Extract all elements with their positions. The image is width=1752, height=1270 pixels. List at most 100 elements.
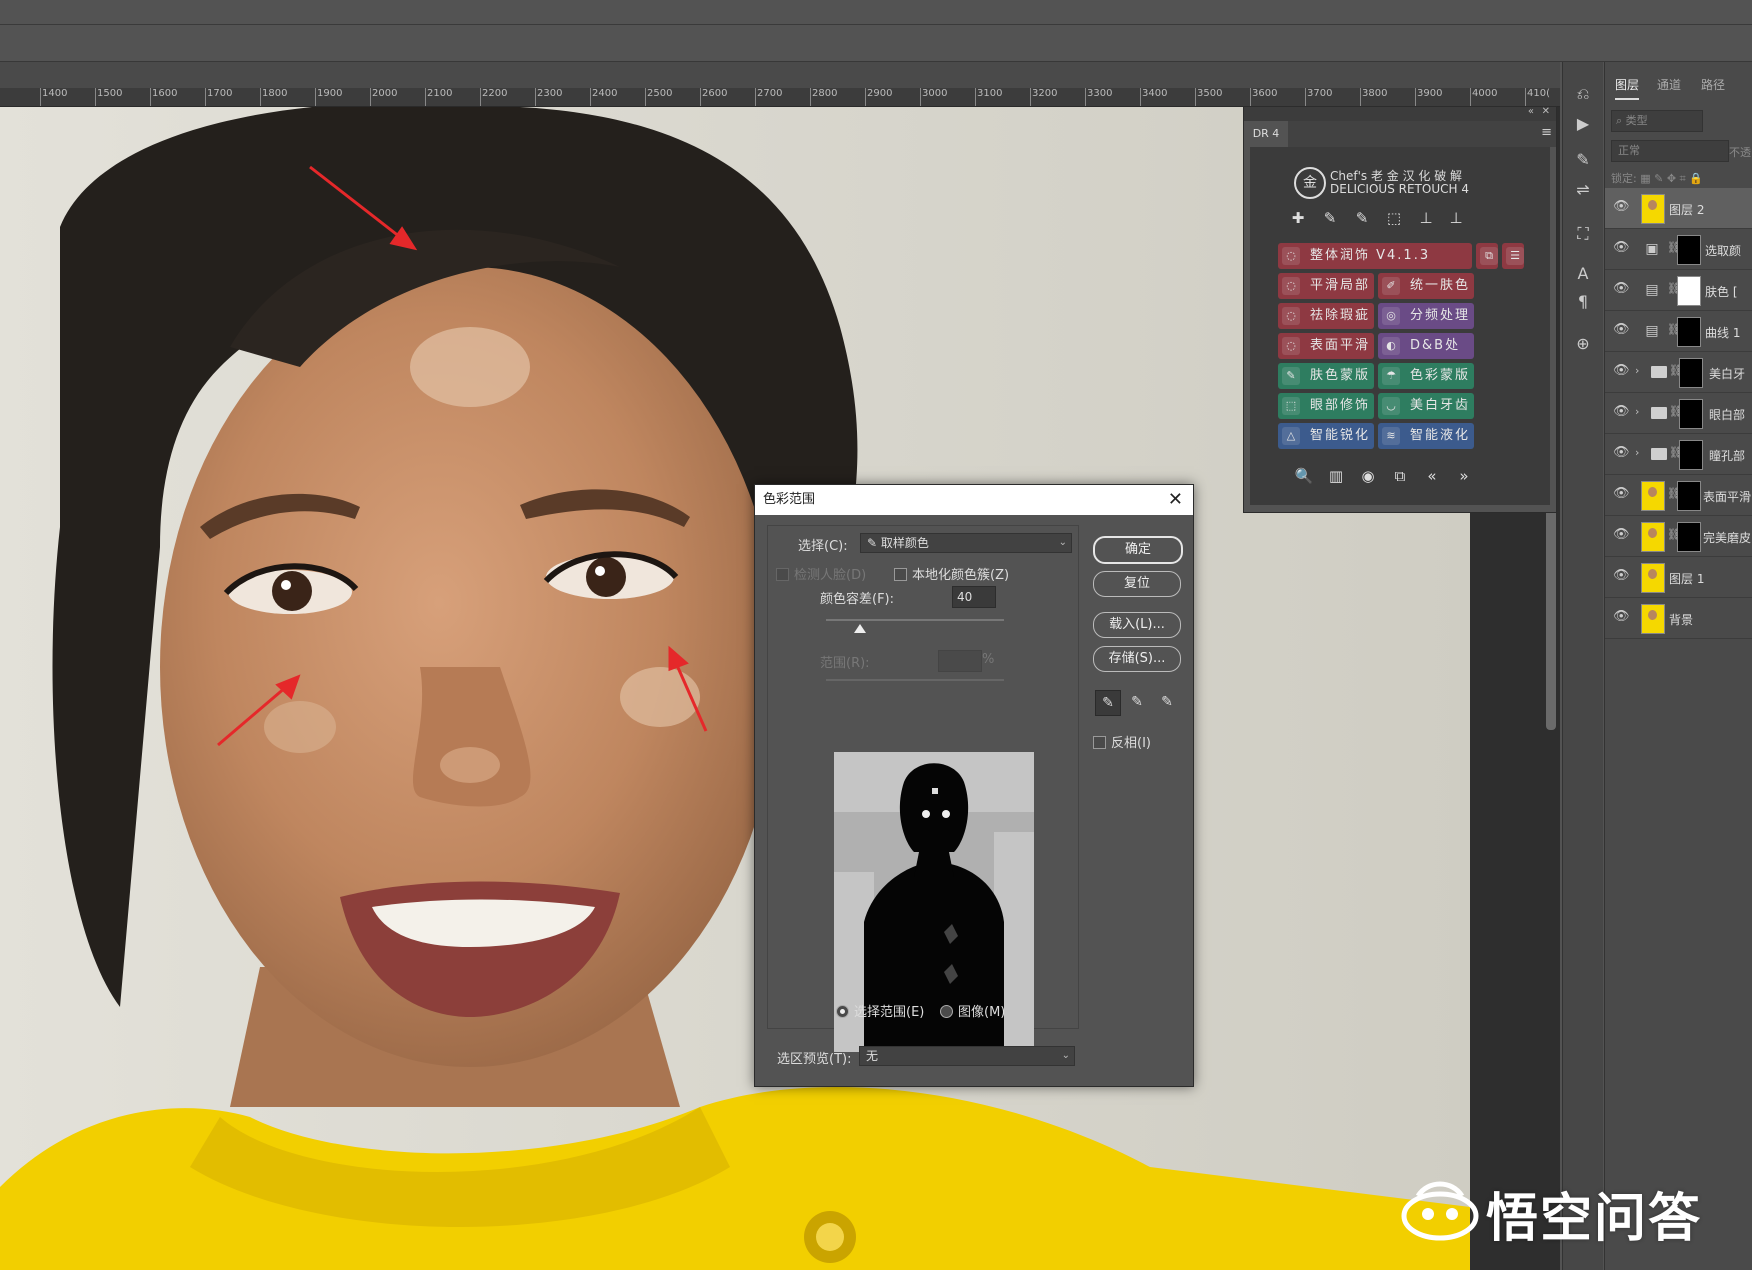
add-to-sample-eyedropper-icon[interactable]: ✎ (1125, 690, 1149, 714)
layer-mask-thumbnail[interactable] (1679, 440, 1703, 470)
visibility-eye-icon[interactable]: 👁 (1613, 364, 1630, 378)
save-button[interactable]: 存储(S)... (1093, 646, 1181, 672)
layer-filter-select[interactable]: ⌕ 类型 (1611, 110, 1703, 132)
navigator-icon[interactable]: ⊕ (1571, 332, 1595, 356)
dr4-button[interactable]: △ 智能锐化 (1278, 423, 1374, 449)
dr4-button[interactable]: ◌ 整体润饰 V4.1.3 (1278, 243, 1472, 269)
prev-icon[interactable]: « (1422, 467, 1442, 485)
ok-button[interactable]: 确定 (1093, 536, 1183, 564)
layer-row[interactable]: 👁 ⛓ 完美磨皮 (1605, 516, 1752, 557)
dr4-button[interactable]: ◌ 平滑局部 (1278, 273, 1374, 299)
dr4-button[interactable]: ≋ 智能液化 (1378, 423, 1474, 449)
dr4-button[interactable]: ☂ 色彩蒙版 (1378, 363, 1474, 389)
bandage-icon[interactable]: ✎ (1320, 209, 1340, 227)
layer-row[interactable]: 👁 › ⛓ 眼白部 (1605, 393, 1752, 434)
marquee-icon[interactable]: ⬚ (1384, 209, 1404, 227)
fuzziness-input[interactable]: 40 (952, 586, 996, 608)
visibility-eye-icon[interactable]: 👁 (1613, 241, 1630, 255)
tab-layers[interactable]: 图层 (1615, 76, 1640, 100)
dr4-button[interactable]: ◐D&B处理 (1378, 333, 1474, 379)
visibility-eye-icon[interactable]: 👁 (1613, 446, 1630, 460)
layer-row[interactable]: 👁 图层 1 (1605, 557, 1752, 598)
history-icon[interactable]: ⎌ (1571, 82, 1595, 106)
selection-radio[interactable] (836, 1005, 849, 1018)
zoom-icon[interactable]: 🔍 (1294, 467, 1314, 485)
subtract-from-sample-eyedropper-icon[interactable]: ✎ (1155, 690, 1179, 714)
layer-mask-thumbnail[interactable] (1677, 276, 1701, 306)
selection-preview-select[interactable]: 无 ⌄ (859, 1046, 1075, 1066)
layer-row[interactable]: 👁 背景 (1605, 598, 1752, 639)
visibility-eye-icon[interactable]: 👁 (1613, 569, 1630, 583)
dr4-copy-button[interactable]: ⧉ (1476, 243, 1498, 269)
character-icon[interactable]: A (1571, 262, 1595, 286)
close-icon[interactable]: ✕ (1542, 106, 1550, 117)
visibility-eye-icon[interactable]: 👁 (1613, 282, 1630, 296)
layer-mask-thumbnail[interactable] (1679, 358, 1703, 388)
merge-icon[interactable]: ⧉ (1390, 467, 1410, 485)
brush-settings-icon[interactable]: ✎ (1571, 148, 1595, 172)
dr4-button[interactable]: ⬚ 眼部修饰 (1278, 393, 1374, 419)
layer-row[interactable]: 👁 ▤ ⛓ 曲线 1 (1605, 311, 1752, 352)
layer-mask-thumbnail[interactable] (1679, 399, 1703, 429)
close-icon[interactable]: ✕ (1168, 485, 1183, 515)
range-input[interactable] (938, 650, 982, 672)
layer-mask-thumbnail[interactable] (1677, 522, 1701, 552)
load-button[interactable]: 载入(L)... (1093, 612, 1181, 638)
dr4-button[interactable]: ✐ 统一肤色 (1378, 273, 1474, 299)
layer-row[interactable]: 👁 ⛓ 表面平滑 (1605, 475, 1752, 516)
visibility-eye-icon[interactable]: 👁 (1613, 323, 1630, 337)
heal-tool-icon[interactable]: ✚ (1288, 209, 1308, 227)
layer-mask-thumbnail[interactable] (1677, 317, 1701, 347)
stamp-icon[interactable]: ⊥ (1416, 209, 1436, 227)
stamp-alt-icon[interactable]: ⊥ (1446, 209, 1466, 227)
fuzziness-slider-thumb[interactable] (854, 624, 866, 633)
visibility-eye-icon[interactable]: 👁 (1613, 405, 1630, 419)
tab-dr4[interactable]: DR 4 (1244, 121, 1289, 147)
layer-mask-thumbnail[interactable] (1677, 235, 1701, 265)
layer-row[interactable]: 👁 › ⛓ 瞳孔部 (1605, 434, 1752, 475)
visibility-eye-icon[interactable]: 👁 (1613, 487, 1630, 501)
vertical-scrollbar[interactable] (1546, 500, 1556, 730)
layer-row[interactable]: 👁 ▤ ⛓ 肤色 [ (1605, 270, 1752, 311)
layer-mask-thumbnail[interactable] (1677, 481, 1701, 511)
dr4-settings-button[interactable]: ☰ (1502, 243, 1524, 269)
actions-play-icon[interactable]: ▶ (1571, 112, 1595, 136)
invert-checkbox[interactable] (1093, 736, 1106, 749)
fuzziness-slider-track[interactable] (826, 619, 1004, 621)
layer-row[interactable]: 👁 图层 2 (1605, 188, 1752, 229)
select-dropdown[interactable]: ✎ 取样颜色 ⌄ (860, 533, 1072, 553)
dr4-button[interactable]: ◡ 美白牙齿 (1378, 393, 1474, 419)
chevron-right-icon[interactable]: › (1635, 405, 1639, 418)
reset-button[interactable]: 复位 (1093, 571, 1181, 597)
next-icon[interactable]: » (1454, 467, 1474, 485)
panel-menu-icon[interactable]: ≡ (1541, 125, 1552, 140)
image-radio[interactable] (940, 1005, 953, 1018)
dr4-button[interactable]: ◎ 分频处理 (1378, 303, 1474, 329)
range-slider-track[interactable] (826, 679, 1004, 681)
blend-mode-select[interactable]: 正常 (1611, 140, 1729, 162)
patch-icon[interactable]: ✎ (1352, 209, 1372, 227)
visibility-eye-icon[interactable]: 👁 (1613, 200, 1630, 214)
layer-row[interactable]: 👁 › ⛓ 美白牙 (1605, 352, 1752, 393)
detect-faces-checkbox[interactable] (776, 568, 789, 581)
tab-channels[interactable]: 通道 (1657, 76, 1681, 93)
adjustments-icon[interactable]: ⇌ (1571, 178, 1595, 202)
layer-thumbnail (1641, 563, 1665, 593)
eyedropper-icon[interactable]: ✎ (1095, 690, 1121, 716)
tab-paths[interactable]: 路径 (1701, 76, 1725, 93)
dodge-burn-icon: ◐ (1382, 337, 1400, 355)
paragraph-icon[interactable]: ¶ (1571, 290, 1595, 314)
visibility-eye-icon[interactable]: 👁 (1613, 528, 1630, 542)
view-icon[interactable]: ◉ (1358, 467, 1378, 485)
layer-row[interactable]: 👁 ▣ ⛓ 选取颜 (1605, 229, 1752, 270)
dr4-button[interactable]: ◌ 表面平滑 (1278, 333, 1374, 359)
clone-source-icon[interactable]: ⛶ (1571, 222, 1595, 246)
dr4-button[interactable]: ◌ 祛除瑕疵 (1278, 303, 1374, 329)
compare-icon[interactable]: ▥ (1326, 467, 1346, 485)
dr4-button[interactable]: ✎ 肤色蒙版 (1278, 363, 1374, 389)
localized-clusters-checkbox[interactable] (894, 568, 907, 581)
visibility-eye-icon[interactable]: 👁 (1613, 610, 1630, 624)
chevron-right-icon[interactable]: › (1635, 446, 1639, 459)
chevron-right-icon[interactable]: › (1635, 364, 1639, 377)
collapse-icon[interactable]: « (1528, 106, 1534, 117)
